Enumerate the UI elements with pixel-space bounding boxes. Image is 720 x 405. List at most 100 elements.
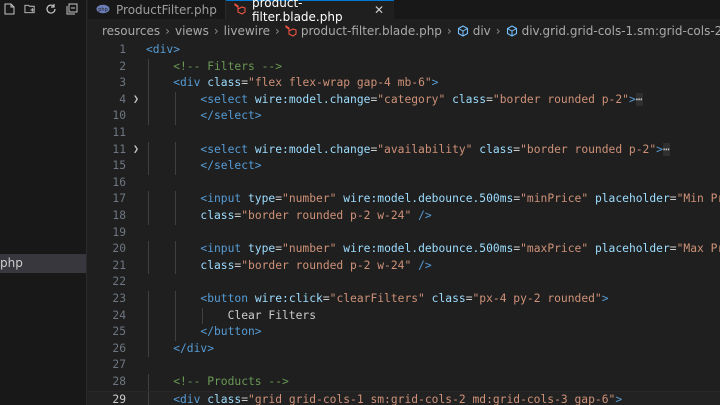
code-text: <div class="flex flex-wrap gap-4 mb-6"> bbox=[173, 75, 438, 92]
new-folder-icon[interactable] bbox=[24, 3, 36, 15]
code-line[interactable]: 4 ❯ <select wire:model.change = "category" c… bbox=[88, 91, 720, 109]
indent-guide bbox=[148, 158, 149, 175]
code-token: placeholder bbox=[594, 192, 670, 206]
code-token: wire:model.change bbox=[254, 92, 371, 106]
code-line[interactable]: 20 <input type="number" wire:model.deboun… bbox=[88, 241, 720, 258]
indent-guide bbox=[175, 158, 177, 175]
code-line[interactable]: 18 class="border rounded p-2 w-24" /> bbox=[88, 208, 720, 225]
indent-guide bbox=[175, 307, 177, 325]
explorer-sidebar: php bbox=[0, 0, 87, 405]
indent-guide bbox=[175, 191, 177, 208]
explorer-item-label: php bbox=[0, 256, 23, 270]
indent-guide bbox=[148, 58, 149, 76]
code-line[interactable]: 15 </select> bbox=[88, 158, 720, 175]
indent-guide bbox=[148, 241, 149, 258]
chevron-right-icon: › bbox=[446, 24, 452, 38]
code-text: </select> bbox=[200, 158, 261, 175]
indent-guide bbox=[148, 75, 149, 92]
code-token: "number" bbox=[282, 242, 337, 256]
code-line[interactable]: 21 class="border rounded p-2 w-24" /> bbox=[88, 257, 720, 275]
line-number: 23 bbox=[112, 292, 126, 305]
tab-productfilter-php[interactable]: php ProductFilter.php bbox=[88, 0, 226, 19]
breadcrumb-item[interactable]: livewire bbox=[224, 24, 270, 38]
breadcrumb-file[interactable]: product-filter.blade.php bbox=[301, 24, 442, 38]
indent-guide bbox=[148, 391, 149, 405]
line-number: 1 bbox=[119, 43, 126, 56]
code-token: <div bbox=[173, 76, 208, 90]
code-token: = bbox=[669, 242, 677, 256]
breadcrumb-symbol[interactable]: div.grid.grid-cols-1.sm:grid-cols-2.md:g… bbox=[522, 24, 720, 38]
code-token: <div bbox=[173, 392, 208, 405]
code-token: class bbox=[200, 258, 235, 272]
line-number: 28 bbox=[112, 375, 126, 388]
code-token: = bbox=[486, 92, 493, 106]
indent-guide bbox=[148, 257, 149, 275]
line-number: 10 bbox=[112, 109, 126, 123]
code-token: class bbox=[200, 209, 235, 222]
line-number: 4 bbox=[119, 92, 126, 106]
fold-chevron-icon[interactable]: ❯ bbox=[133, 142, 143, 159]
code-token: "px-4 py-2 rounded" bbox=[472, 292, 602, 305]
code-token: </button> bbox=[200, 325, 262, 339]
code-token: class bbox=[207, 392, 242, 405]
code-line[interactable]: 24 Clear Filters bbox=[88, 307, 720, 325]
code-line[interactable]: 29 <div class="grid grid-cols-1 sm:grid-c… bbox=[88, 390, 720, 405]
code-token: class bbox=[431, 292, 466, 305]
folded-ellipsis[interactable]: ⋯ bbox=[662, 142, 670, 156]
code-text: <select wire:model.change="availability"… bbox=[200, 142, 670, 159]
tab-product-filter-blade[interactable]: product-filter.blade.php ✕ bbox=[226, 0, 394, 24]
code-token: /> bbox=[418, 258, 432, 272]
code-line[interactable]: 22 bbox=[88, 274, 720, 291]
code-line[interactable]: 3 <div class="flex flex-wrap gap-4 mb-6"> bbox=[88, 75, 720, 92]
explorer-item-selected[interactable]: php bbox=[0, 254, 86, 273]
code-line[interactable]: 11 bbox=[88, 125, 720, 142]
code-line[interactable]: 28 <!-- Products --> bbox=[88, 374, 720, 391]
fold-chevron-icon[interactable]: ❯ bbox=[133, 92, 143, 109]
code-line[interactable]: 10 </select> bbox=[88, 108, 720, 125]
refresh-icon[interactable] bbox=[45, 3, 57, 15]
indent-guide bbox=[175, 257, 177, 275]
code-line[interactable]: 23 <button wire:click="clearFilters" clas… bbox=[88, 291, 720, 308]
blade-file-icon bbox=[234, 2, 246, 18]
code-line[interactable]: 19 bbox=[88, 225, 720, 242]
breadcrumb: resources › views › livewire › product-f… bbox=[88, 19, 720, 43]
line-number: 29 bbox=[112, 392, 126, 405]
indent-guide bbox=[148, 91, 149, 109]
line-number: 24 bbox=[112, 308, 126, 322]
collapse-all-icon[interactable] bbox=[66, 3, 78, 15]
indent-guide bbox=[175, 208, 177, 225]
code-line[interactable]: 2 <!-- Filters --> bbox=[88, 58, 720, 76]
line-number: 20 bbox=[112, 242, 126, 256]
code-token: "Max Pri bbox=[676, 242, 720, 256]
code-editor[interactable]: 1 <div> 2 <!-- Filters --> 3 <div class="flex… bbox=[88, 43, 720, 405]
indent-guide bbox=[175, 91, 177, 109]
folded-ellipsis[interactable]: ⋯ bbox=[635, 92, 643, 106]
breadcrumb-item[interactable]: resources bbox=[102, 24, 160, 38]
line-number: 3 bbox=[119, 76, 126, 90]
indent-guide bbox=[148, 324, 149, 341]
code-token: "border rounded p-2" bbox=[520, 142, 657, 156]
code-line[interactable]: 16 bbox=[88, 175, 720, 192]
code-token: "availability" bbox=[377, 142, 473, 156]
code-token: <!-- Filters --> bbox=[173, 59, 283, 73]
code-token: /> bbox=[418, 209, 432, 222]
indent-guide bbox=[148, 108, 149, 125]
code-line[interactable]: 25 </button> bbox=[88, 324, 720, 341]
indent-guide bbox=[175, 108, 177, 125]
code-line[interactable]: 27 bbox=[88, 357, 720, 374]
indent-guide bbox=[175, 141, 177, 159]
code-line[interactable]: 17 <input type="number" wire:model.deboun… bbox=[88, 191, 720, 208]
breadcrumb-item[interactable]: views bbox=[175, 24, 209, 38]
breadcrumb-symbol[interactable]: div bbox=[473, 24, 491, 38]
code-token: <button bbox=[200, 292, 255, 305]
close-icon[interactable]: ✕ bbox=[374, 3, 384, 17]
new-file-icon[interactable] bbox=[3, 3, 15, 15]
code-line[interactable]: 11 ❯ <select wire:model.change="availabili… bbox=[88, 141, 720, 159]
line-number: 25 bbox=[112, 325, 126, 339]
code-line[interactable]: 26 </div> bbox=[88, 340, 720, 358]
code-token: class bbox=[207, 76, 242, 90]
code-token: "flex flex-wrap gap-4 mb-6" bbox=[248, 76, 432, 90]
svg-text:php: php bbox=[98, 7, 108, 13]
code-line[interactable]: 1 <div> bbox=[88, 43, 720, 59]
